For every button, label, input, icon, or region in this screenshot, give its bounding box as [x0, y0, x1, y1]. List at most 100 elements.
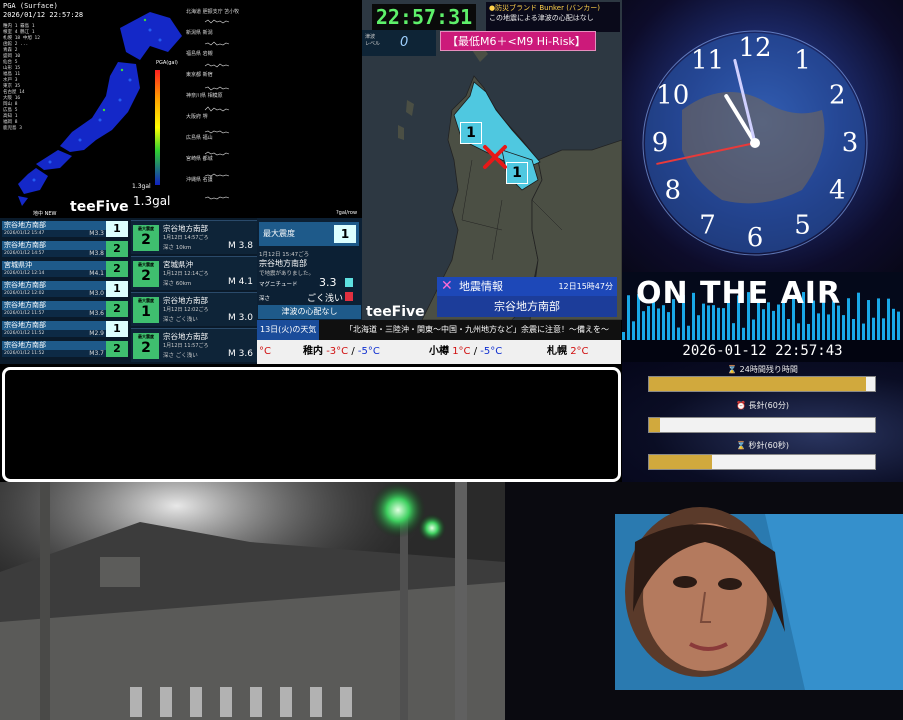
clock-numeral: 3 [842, 128, 859, 158]
detail-place: 宗谷地方南部 [259, 259, 307, 268]
progress-label-24h: ⌛ 24時間残り時間 [727, 365, 798, 374]
visualizer-bar [807, 323, 810, 340]
close-x-icon: ✕ [441, 278, 453, 294]
card-magnitude: M 3.8 [228, 241, 253, 251]
card-place: 宗谷地方南部 [163, 224, 208, 233]
row-intensity: 2 [106, 261, 128, 277]
clock-numeral: 11 [691, 46, 724, 76]
clock-numeral: 6 [747, 223, 764, 253]
earthquake-card[interactable]: 最大震度 2 宮城県沖 1月12日 12:14ごろ 深さ 60km M 4.1 [131, 256, 257, 290]
earthquake-list-row[interactable]: 宗谷地方南部 2026/01/12 12:02 M3.0 1 [2, 281, 130, 297]
card-place: 宗谷地方南部 [163, 296, 208, 305]
visualizer-bar [647, 306, 650, 340]
card-intensity-badge: 最大震度 2 [133, 333, 159, 359]
clock-numeral: 5 [794, 210, 811, 240]
map-intensity-badge: 1 [460, 122, 482, 144]
weather-city: 稚内 -3°C / -5°C [303, 346, 380, 357]
on-the-air-title: ON THE AIR [636, 276, 842, 311]
earthquake-list-row[interactable]: 宗谷地方南部 2026/01/12 11:52 M2.9 1 [2, 321, 130, 337]
ticker-message: 「北海道・三陸沖・関東〜中国・九州地方など」余震に注意！〜備えを〜 [345, 325, 609, 334]
brand-logo: teeFive [70, 199, 129, 215]
earthquake-card[interactable]: 最大震度 2 宗谷地方南部 1月12日 11:57ごろ 深さ ごく浅い M 3.6 [131, 328, 257, 362]
visualizer-bar [667, 312, 670, 340]
visualizer-bar [872, 317, 875, 340]
timestamp-display: 2026-01-12 22:57:43 [622, 340, 903, 362]
card-magnitude: M 3.6 [228, 349, 253, 359]
visualizer-bar [852, 319, 855, 340]
visualizer-bar [697, 315, 700, 340]
earthquake-list-row[interactable]: 宗谷地方南部 2026/01/12 15:47 M3.3 1 [2, 221, 130, 237]
gal-small: 1.3gal [132, 183, 151, 190]
card-depth: 深さ ごく浅い [163, 353, 198, 359]
clock-numeral: 10 [656, 81, 689, 111]
depth-swatch [345, 292, 353, 301]
waveform-station-label: 沖縄県 名護 [186, 177, 213, 183]
progress-fill [649, 455, 713, 469]
visualizer-bar [687, 325, 690, 340]
clock-numeral: 12 [738, 33, 771, 63]
waveform-station-label: 福島県 岩槻 [186, 51, 213, 57]
row-intensity: 2 [106, 301, 128, 317]
card-magnitude: M 3.0 [228, 313, 253, 323]
visualizer-bar [632, 321, 635, 340]
waveform-station-label: 新潟県 新潟 [186, 30, 213, 36]
progress-fill [649, 418, 661, 432]
sponsor-message: この地震による津波の心配はなし [489, 14, 594, 22]
row-intensity: 2 [106, 241, 128, 257]
portrait-video-image [505, 482, 903, 720]
visualizer-bar [732, 323, 735, 340]
scale-title: PGA(gal) [156, 60, 178, 66]
clock-numeral: 4 [829, 176, 846, 206]
earthquake-list-row[interactable]: 宮城県沖 2026/01/12 12:14 M4.1 2 [2, 261, 130, 277]
earthquake-card[interactable]: 最大震度 1 宗谷地方南部 1月12日 12:02ごろ 深さ ごく浅い M 3.0 [131, 292, 257, 326]
progress-bar-second [648, 454, 876, 470]
card-place: 宮城県沖 [163, 260, 193, 269]
map-intensity-badge: 1 [506, 162, 528, 184]
waveform-station-label: 宮崎県 都城 [186, 156, 213, 162]
visualizer-bar [772, 310, 775, 340]
on-the-air-banner: ON THE AIR [622, 272, 903, 340]
earthquake-list-row[interactable]: 宗谷地方南部 2026/01/12 11:57 M3.6 2 [2, 301, 130, 317]
max-intensity-value: 1 [334, 225, 356, 243]
progress-fill [649, 377, 866, 391]
card-time: 1月12日 12:14ごろ [163, 271, 209, 277]
quake-info-place: 宗谷地方南部 [437, 296, 617, 317]
earthquake-list-row[interactable]: 宗谷地方南部 2026/01/12 11:52 M3.7 2 [2, 341, 130, 357]
empty-message-panel [2, 367, 621, 482]
row-intensity: 1 [106, 281, 128, 297]
earthquake-list-row[interactable]: 宗谷地方南部 2026/01/12 14:57 M3.8 2 [2, 241, 130, 257]
progress-bar-24h [648, 376, 876, 392]
seismic-map-panel: PGA (Surface) 2026/01/12 22:57:28 稚内 1 霧… [0, 0, 362, 218]
card-time: 1月12日 14:57ごろ [163, 235, 209, 241]
progress-label-second: ⌛ 秒針(60秒) [736, 441, 789, 450]
card-intensity-badge: 最大震度 2 [133, 261, 159, 287]
visualizer-bar [867, 300, 870, 340]
visualizer-bar [842, 315, 845, 340]
digital-clock: 22:57:31 [372, 4, 476, 30]
layer-label: 地中 NEW [33, 211, 57, 217]
magnitude-label: マグニチュード [259, 282, 298, 288]
portrait-video-feed [505, 482, 903, 720]
visualizer-bar [657, 308, 660, 340]
risk-banner: 【最低M6＋<M9 Hi-Risk】 [440, 31, 596, 51]
visualizer-bar [787, 318, 790, 340]
quake-info-title-text: 地震情報 [459, 280, 503, 293]
visualizer-bar [897, 311, 900, 340]
earthquake-card[interactable]: 最大震度 2 宗谷地方南部 1月12日 14:57ごろ 深さ 10km M 3.8 [131, 220, 257, 254]
gal-value: 1.3gal [133, 194, 171, 208]
visualizer-bar [622, 332, 625, 340]
tsunami-status: 津波の心配なし [258, 305, 361, 319]
depth-value: ごく浅い [307, 294, 344, 304]
visualizer-bar [797, 323, 800, 340]
waveform-station-list: 北海道 胆振支庁 苫小牧 新潟県 新潟 福島県 岩槻 東京都 新宿 神奈川県 相模原 大阪… [186, 2, 239, 191]
waveform-station-label: 大阪府 堺 [186, 114, 208, 120]
visualizer-bar [877, 298, 880, 340]
sponsor-title: ●防災ブランド Bunker (バンカー) [489, 4, 601, 12]
visualizer-bar [862, 323, 865, 340]
visualizer-bar [887, 298, 890, 340]
street-camera-feed [0, 482, 505, 720]
progress-label-minute: ⏰ 長針(60分) [736, 401, 789, 410]
quake-info-date: 12日15時47分 [558, 282, 613, 291]
visualizer-bar [892, 308, 895, 340]
weather-strip: °C 稚内 -3°C / -5°C 小樽 1°C / -5°C 札幌 2°C [257, 340, 621, 364]
